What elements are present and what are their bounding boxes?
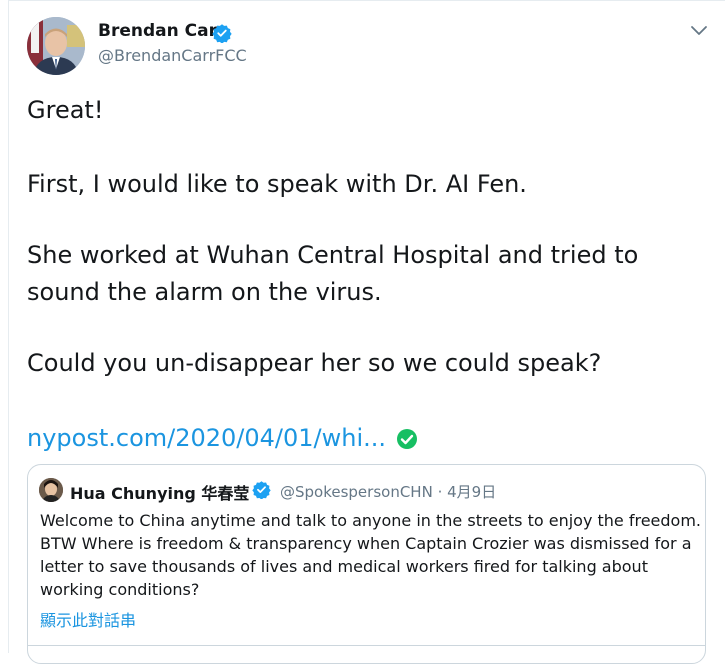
show-thread-link[interactable]: 顯示此對話串 — [40, 607, 136, 631]
verified-icon — [212, 24, 232, 43]
quoted-text-line: working conditions? — [40, 580, 200, 599]
quoted-text-line: Welcome to China anytime and talk to any… — [40, 511, 702, 530]
verified-icon — [252, 481, 271, 499]
quote-divider — [28, 645, 705, 646]
chevron-down-icon[interactable] — [690, 24, 708, 38]
author-name[interactable]: Brendan Carr — [98, 21, 225, 41]
tweet-link[interactable]: nypost.com/2020/04/01/whi... — [27, 420, 386, 457]
check-circle-icon — [397, 429, 417, 449]
author-avatar[interactable] — [27, 17, 85, 75]
quoted-text-line: BTW Where is freedom & transparency when… — [40, 534, 692, 553]
card-left-border — [8, 0, 9, 653]
tweet-text-line: First, I would like to speak with Dr. AI… — [27, 170, 527, 198]
author-handle[interactable]: @BrendanCarrFCC — [98, 46, 247, 65]
card-top-border — [8, 0, 725, 1]
quoted-text-line: letter to save thousands of lives and me… — [40, 557, 648, 576]
quoted-author-meta[interactable]: @SpokespersonCHN · 4月9日 — [280, 481, 496, 502]
tweet-text-line: sound the alarm on the virus. — [27, 278, 382, 306]
tweet-text-line: Great! — [27, 96, 104, 124]
tweet-text-line: She worked at Wuhan Central Hospital and… — [27, 241, 639, 269]
tweet-text-line: Could you un-disappear her so we could s… — [27, 349, 602, 377]
quoted-author-avatar[interactable] — [39, 478, 63, 502]
quoted-author-name[interactable]: Hua Chunying 华春莹 — [70, 480, 249, 504]
